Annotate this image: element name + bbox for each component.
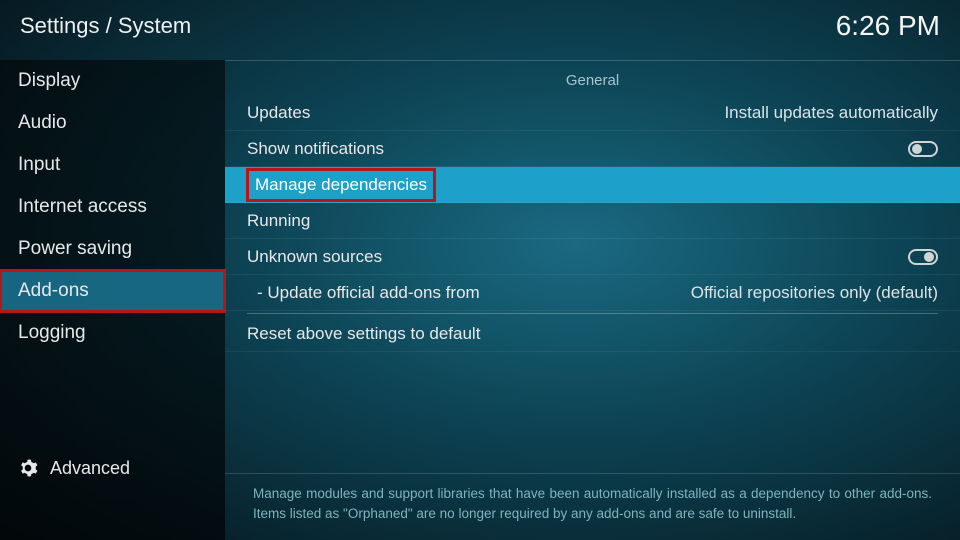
setting-updates[interactable]: Updates Install updates automatically [225, 95, 960, 131]
sidebar-item-display[interactable]: Display [0, 60, 225, 102]
gear-icon [18, 458, 38, 478]
setting-label: Running [247, 211, 310, 231]
sidebar-item-label: Audio [18, 112, 67, 134]
settings-divider [247, 313, 938, 314]
sidebar-item-label: Add-ons [18, 280, 89, 302]
toggle-knob [924, 252, 934, 262]
setting-value: Install updates automatically [724, 103, 938, 123]
sidebar-item-audio[interactable]: Audio [0, 102, 225, 144]
toggle-knob [912, 144, 922, 154]
clock: 6:26 PM [836, 10, 940, 42]
setting-running[interactable]: Running [225, 203, 960, 239]
setting-label: Reset above settings to default [247, 324, 480, 344]
breadcrumb: Settings / System [20, 13, 191, 39]
settings-main-panel: General Updates Install updates automatic… [225, 60, 960, 480]
setting-description: Manage modules and support libraries tha… [225, 473, 960, 540]
setting-label: Show notifications [247, 139, 384, 159]
sidebar-item-label: Input [18, 154, 60, 176]
sidebar-item-internet-access[interactable]: Internet access [0, 186, 225, 228]
sidebar-item-power-saving[interactable]: Power saving [0, 228, 225, 270]
setting-label: Updates [247, 103, 310, 123]
sidebar-item-label: Logging [18, 322, 86, 344]
settings-sidebar: Display Audio Input Internet access Power sa… [0, 60, 225, 540]
toggle-switch[interactable] [908, 141, 938, 157]
toggle-switch[interactable] [908, 249, 938, 265]
sidebar-item-add-ons[interactable]: Add-ons [0, 270, 225, 312]
setting-value: Official repositories only (default) [691, 283, 938, 303]
setting-label: Manage dependencies [255, 175, 427, 194]
setting-update-official-add-ons-from[interactable]: - Update official add-ons from Official r… [225, 275, 960, 311]
sidebar-item-label: Display [18, 70, 80, 92]
sidebar-item-label: Internet access [18, 196, 147, 218]
settings-level-label: Advanced [50, 458, 130, 479]
setting-reset-above-settings-to-default[interactable]: Reset above settings to default [225, 316, 960, 352]
section-header: General [225, 60, 960, 95]
settings-level-toggle[interactable]: Advanced [0, 446, 225, 490]
setting-unknown-sources[interactable]: Unknown sources [225, 239, 960, 275]
header-bar: Settings / System 6:26 PM [0, 0, 960, 52]
setting-manage-dependencies[interactable]: Manage dependencies [225, 167, 960, 203]
setting-label: - Update official add-ons from [257, 283, 480, 303]
sidebar-item-input[interactable]: Input [0, 144, 225, 186]
setting-label: Unknown sources [247, 247, 382, 267]
sidebar-item-label: Power saving [18, 238, 132, 260]
sidebar-item-logging[interactable]: Logging [0, 312, 225, 354]
setting-show-notifications[interactable]: Show notifications [225, 131, 960, 167]
highlight-box: Manage dependencies [247, 169, 435, 201]
